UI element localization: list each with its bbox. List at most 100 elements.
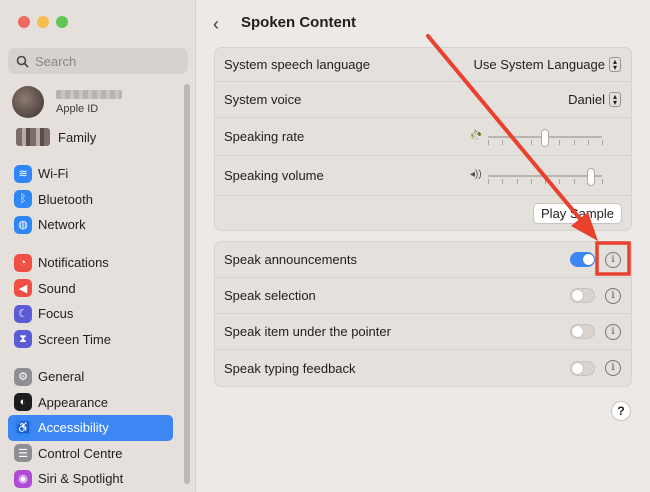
sidebar-item-label: Sound <box>38 280 76 296</box>
avatar <box>12 86 44 118</box>
family-avatars <box>16 128 50 146</box>
toggle-thumb <box>572 362 583 374</box>
speaking-rate-slider[interactable]: 🐢 🐇 <box>470 127 620 147</box>
search-icon <box>16 55 29 68</box>
row-play-sample: Play Sample <box>215 196 631 230</box>
apple-id-profile[interactable]: Apple ID <box>12 86 122 118</box>
system-speech-language-label: System speech language <box>224 57 370 72</box>
speaking-volume-label: Speaking volume <box>224 168 324 183</box>
slider-knob[interactable] <box>541 128 549 147</box>
sidebar-scrollbar[interactable] <box>184 84 190 484</box>
siri-icon: ◉ <box>14 469 32 488</box>
minimize-window-button[interactable] <box>37 16 49 28</box>
sidebar-item-label: Appearance <box>38 394 109 410</box>
sidebar-item-control-centre[interactable]: ☰ Control Centre <box>8 441 173 467</box>
speaking-volume-slider[interactable]: ◂ ◂)) <box>470 166 620 186</box>
slider-tick <box>587 139 589 145</box>
sidebar-item-sound[interactable]: ◀ Sound <box>8 276 173 302</box>
family-label: Family <box>58 129 97 145</box>
zoom-window-button[interactable] <box>56 16 68 28</box>
info-icon[interactable]: i <box>605 323 621 340</box>
main-panel: ‹ Spoken Content System speech language … <box>197 0 650 492</box>
row-speak-typing-feedback: Speak typing feedback i <box>215 350 631 386</box>
popup-chevrons-icon: ▴ ▾ <box>609 92 621 107</box>
info-icon[interactable]: i <box>605 251 621 268</box>
search-field[interactable] <box>8 48 188 74</box>
sidebar-item-label: Focus <box>38 306 74 322</box>
play-sample-button[interactable]: Play Sample <box>533 202 622 224</box>
sidebar-item-label: Accessibility <box>38 420 109 436</box>
appearance-icon: ◐ <box>14 393 32 412</box>
sidebar-item-label: Notifications <box>38 255 109 271</box>
speech-settings-group: System speech language Use System Langua… <box>214 47 632 231</box>
sidebar-item-network[interactable]: ◍ Network <box>8 212 173 238</box>
globe-icon: ◍ <box>14 215 32 234</box>
help-button[interactable]: ? <box>611 401 631 421</box>
sidebar-group-network: ≋ Wi-Fi ᛒ Bluetooth ◍ Network <box>8 161 173 238</box>
sidebar-item-siri-spotlight[interactable]: ◉ Siri & Spotlight <box>8 466 173 492</box>
sidebar-item-appearance[interactable]: ◐ Appearance <box>8 390 173 416</box>
slider-knob[interactable] <box>586 167 595 186</box>
bluetooth-icon: ᛒ <box>14 190 32 209</box>
sidebar-item-label: General <box>38 369 85 385</box>
control-centre-icon: ☰ <box>14 444 32 463</box>
row-speaking-volume: Speaking volume ◂ ◂)) <box>215 156 631 196</box>
row-speak-item-under-the-pointer: Speak item under the pointer i <box>215 314 631 350</box>
toggle-switch[interactable] <box>570 360 595 376</box>
sidebar-item-label: Network <box>38 217 86 233</box>
sidebar-item-wi-fi[interactable]: ≋ Wi-Fi <box>8 161 173 187</box>
slider-tick <box>516 178 518 184</box>
toggle-switch[interactable] <box>570 252 595 267</box>
toggle-thumb <box>572 326 583 337</box>
slider-tick <box>602 139 603 145</box>
sidebar-item-label: Bluetooth <box>38 191 93 207</box>
hare-icon: 🐇 <box>470 129 483 141</box>
close-window-button[interactable] <box>18 16 30 28</box>
slider-tick <box>530 139 532 145</box>
back-chevron-icon[interactable]: ‹ <box>213 14 219 35</box>
volume-high-icon: ◂)) <box>470 168 482 180</box>
toggle-thumb <box>583 254 594 265</box>
slider-tick <box>545 178 546 184</box>
row-speak-announcements: Speak announcements i <box>215 242 631 278</box>
hourglass-icon: ⧗ <box>14 330 32 349</box>
sidebar-item-label: Wi-Fi <box>38 166 69 182</box>
sidebar-item-focus[interactable]: ☾ Focus <box>8 301 173 327</box>
slider-track <box>488 174 602 177</box>
toggle-thumb <box>572 290 583 301</box>
sidebar-group-notifications: ◔ Notifications ◀ Sound ☾ Focus ⧗ Screen Time <box>8 250 173 352</box>
apple-id-label: Apple ID <box>56 102 99 115</box>
option-label: Speak typing feedback <box>224 360 356 376</box>
toggle-switch[interactable] <box>570 324 595 339</box>
bell-icon: ◔ <box>14 253 32 272</box>
sidebar-item-bluetooth[interactable]: ᛒ Bluetooth <box>8 187 173 213</box>
slider-tick <box>559 178 561 184</box>
sidebar-item-label: Control Centre <box>38 445 123 461</box>
sidebar-item-general[interactable]: ⚙ General <box>8 364 173 390</box>
row-system-speech-language: System speech language Use System Langua… <box>215 48 631 82</box>
slider-tick <box>602 178 603 184</box>
info-icon[interactable]: i <box>605 360 621 376</box>
option-label: Speak item under the pointer <box>224 324 391 339</box>
row-speak-selection: Speak selection i <box>215 278 631 314</box>
system-settings-window: Apple ID Family ≋ Wi-Fi ᛒ Bluetooth ◍ Network… <box>0 0 650 492</box>
toggle-switch[interactable] <box>570 288 595 303</box>
sidebar-item-notifications[interactable]: ◔ Notifications <box>8 250 173 276</box>
moon-icon: ☾ <box>14 304 32 323</box>
slider-tick <box>573 178 575 184</box>
info-icon[interactable]: i <box>605 287 621 304</box>
sidebar-item-accessibility[interactable]: ♿ Accessibility <box>8 415 173 441</box>
slider-tick <box>559 139 561 145</box>
search-input[interactable] <box>35 53 175 69</box>
page-title: Spoken Content <box>241 14 356 31</box>
system-voice-label: System voice <box>224 92 302 107</box>
slider-tick <box>488 178 489 184</box>
system-voice-popup[interactable]: Daniel ▴ ▾ <box>568 92 621 107</box>
speak-options-group: Speak announcements i Speak selection i Spea… <box>214 241 632 387</box>
slider-tick <box>573 139 575 145</box>
sidebar-item-label: Screen Time <box>38 331 111 347</box>
system-speech-language-popup[interactable]: Use System Language ▴ ▾ <box>473 57 621 72</box>
sidebar-item-family[interactable]: Family <box>16 128 96 146</box>
sidebar-item-screen-time[interactable]: ⧗ Screen Time <box>8 327 173 353</box>
option-label: Speak announcements <box>224 252 357 267</box>
